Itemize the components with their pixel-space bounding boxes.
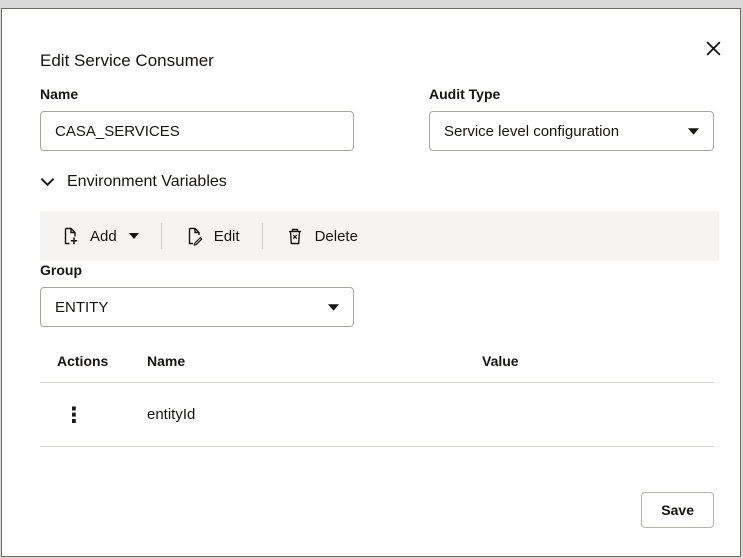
row-actions-menu-button[interactable]: ⋮ bbox=[61, 400, 87, 430]
name-field: Name bbox=[40, 86, 354, 151]
environment-variables-toggle[interactable]: Environment Variables bbox=[40, 173, 227, 191]
table-row[interactable]: ⋮ entityId bbox=[40, 383, 714, 447]
section-label: Environment Variables bbox=[67, 173, 227, 191]
delete-label: Delete bbox=[315, 228, 358, 245]
add-label: Add bbox=[90, 228, 117, 245]
column-header-name: Name bbox=[147, 353, 482, 369]
close-button[interactable] bbox=[698, 33, 728, 63]
kebab-icon: ⋮ bbox=[64, 403, 85, 427]
close-icon bbox=[705, 40, 722, 57]
dialog-title: Edit Service Consumer bbox=[40, 51, 214, 71]
env-vars-table: Actions Name Value ⋮ entityId bbox=[40, 339, 714, 447]
edit-button[interactable]: Edit bbox=[162, 211, 262, 261]
group-selected-value: ENTITY bbox=[55, 299, 108, 316]
add-document-icon bbox=[60, 226, 80, 246]
delete-button[interactable]: Delete bbox=[263, 211, 380, 261]
edit-service-consumer-dialog: Edit Service Consumer Name Audit Type Se… bbox=[1, 8, 741, 557]
row-name-cell: entityId bbox=[147, 406, 482, 423]
delete-trash-icon bbox=[285, 226, 305, 246]
row-actions-cell: ⋮ bbox=[57, 400, 147, 430]
name-input[interactable] bbox=[40, 111, 354, 151]
table-header-row: Actions Name Value bbox=[40, 339, 714, 383]
audit-type-field: Audit Type Service level configuration bbox=[429, 86, 714, 151]
save-button[interactable]: Save bbox=[641, 492, 714, 528]
audit-type-label: Audit Type bbox=[429, 86, 714, 102]
group-field: Group ENTITY bbox=[40, 262, 354, 327]
caret-down-icon bbox=[328, 304, 339, 311]
name-label: Name bbox=[40, 86, 354, 102]
column-header-actions: Actions bbox=[57, 353, 147, 369]
add-button[interactable]: Add bbox=[54, 211, 161, 261]
group-select[interactable]: ENTITY bbox=[40, 287, 354, 327]
chevron-down-icon bbox=[40, 177, 55, 187]
edit-label: Edit bbox=[214, 228, 240, 245]
audit-type-select[interactable]: Service level configuration bbox=[429, 111, 714, 151]
form-fields-row: Name Audit Type Service level configurat… bbox=[40, 86, 714, 151]
column-header-value: Value bbox=[482, 353, 714, 369]
env-vars-toolbar: Add Edit Delete bbox=[40, 211, 719, 261]
add-caret-down-icon bbox=[129, 233, 139, 239]
group-label: Group bbox=[40, 262, 354, 278]
audit-type-selected-value: Service level configuration bbox=[444, 123, 619, 140]
edit-document-icon bbox=[184, 226, 204, 246]
caret-down-icon bbox=[688, 128, 699, 135]
